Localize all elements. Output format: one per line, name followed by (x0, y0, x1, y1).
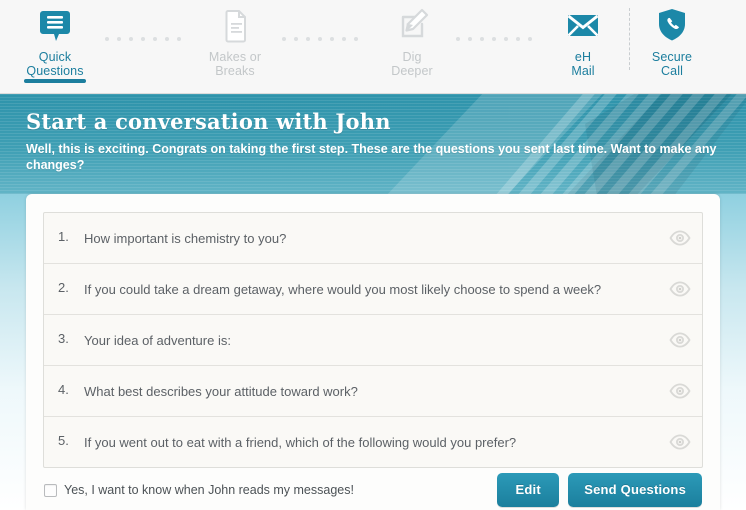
page-body: 1. How important is chemistry to you? 2.… (0, 194, 746, 510)
card-footer: Yes, I want to know when John reads my m… (43, 479, 703, 510)
question-number: 3. (44, 315, 84, 346)
nav-step-dig-deeper[interactable]: Dig Deeper (366, 6, 458, 78)
question-text: What best describes your attitude toward… (84, 367, 658, 416)
question-text: How important is chemistry to you? (84, 214, 658, 263)
question-number: 2. (44, 264, 84, 295)
page-subtitle: Well, this is exciting. Congrats on taki… (26, 141, 720, 173)
edit-button[interactable]: Edit (497, 473, 559, 507)
step-navigation-bar: Quick Questions (0, 0, 746, 94)
question-text: If you could take a dream getaway, where… (84, 265, 658, 314)
nav-step-label: Dig Deeper (366, 50, 458, 78)
nav-label-line1: eH (575, 50, 591, 64)
shield-phone-icon (626, 6, 718, 46)
nav-link-label: Secure Call (626, 50, 718, 78)
nav-step-quick-questions[interactable]: Quick Questions (9, 6, 101, 78)
question-row[interactable]: 3. Your idea of adventure is: (44, 315, 702, 366)
nav-step-makes-or-breaks[interactable]: Makes or Breaks (189, 6, 281, 78)
read-receipt-checkbox-wrapper[interactable]: Yes, I want to know when John reads my m… (44, 483, 354, 497)
question-number: 4. (44, 366, 84, 397)
nav-step-label: Makes or Breaks (189, 50, 281, 78)
preview-eye-icon[interactable] (658, 230, 702, 246)
read-receipt-checkbox[interactable] (44, 484, 57, 497)
nav-label-line2: Breaks (215, 64, 255, 78)
question-number: 5. (44, 417, 84, 448)
nav-dots-1 (105, 37, 181, 41)
nav-label-line1: Dig (402, 50, 421, 64)
nav-label-line2: Questions (26, 64, 83, 78)
preview-eye-icon[interactable] (658, 281, 702, 297)
nav-inner: Quick Questions (0, 0, 746, 93)
eharmony-guided-communication-page: Quick Questions (0, 0, 746, 510)
preview-eye-icon[interactable] (658, 332, 702, 348)
question-row[interactable]: 1. How important is chemistry to you? (44, 213, 702, 264)
questions-card: 1. How important is chemistry to you? 2.… (26, 194, 720, 510)
preview-eye-icon[interactable] (658, 434, 702, 450)
document-icon (189, 6, 281, 46)
nav-label-line1: Quick (39, 50, 71, 64)
questions-list: 1. How important is chemistry to you? 2.… (43, 212, 703, 468)
nav-link-eh-mail[interactable]: eH Mail (537, 6, 629, 78)
action-buttons: Edit Send Questions (497, 473, 702, 507)
envelope-icon (537, 6, 629, 46)
nav-label-line2: Deeper (391, 64, 433, 78)
nav-label-line2: Call (661, 64, 683, 78)
read-receipt-label: Yes, I want to know when John reads my m… (64, 483, 354, 497)
page-hero-banner: Start a conversation with John Well, thi… (0, 94, 746, 194)
nav-label-line2: Mail (571, 64, 594, 78)
question-text: Your idea of adventure is: (84, 316, 658, 365)
question-row[interactable]: 5. If you went out to eat with a friend,… (44, 417, 702, 467)
question-number: 1. (44, 213, 84, 244)
speech-bubble-icon (9, 6, 101, 46)
send-questions-button[interactable]: Send Questions (568, 473, 702, 507)
preview-eye-icon[interactable] (658, 383, 702, 399)
question-row[interactable]: 4. What best describes your attitude tow… (44, 366, 702, 417)
nav-dots-2 (282, 37, 358, 41)
pencil-edit-icon (366, 6, 458, 46)
question-row[interactable]: 2. If you could take a dream getaway, wh… (44, 264, 702, 315)
hero-text-block: Start a conversation with John Well, thi… (0, 94, 746, 173)
active-step-underline (24, 79, 86, 83)
page-title: Start a conversation with John (26, 109, 720, 134)
nav-step-label: Quick Questions (9, 50, 101, 78)
nav-label-line1: Secure (652, 50, 692, 64)
nav-link-label: eH Mail (537, 50, 629, 78)
nav-dots-3 (456, 37, 532, 41)
nav-label-line1: Makes or (209, 50, 261, 64)
nav-link-secure-call[interactable]: Secure Call (626, 6, 718, 78)
question-text: If you went out to eat with a friend, wh… (84, 418, 658, 467)
